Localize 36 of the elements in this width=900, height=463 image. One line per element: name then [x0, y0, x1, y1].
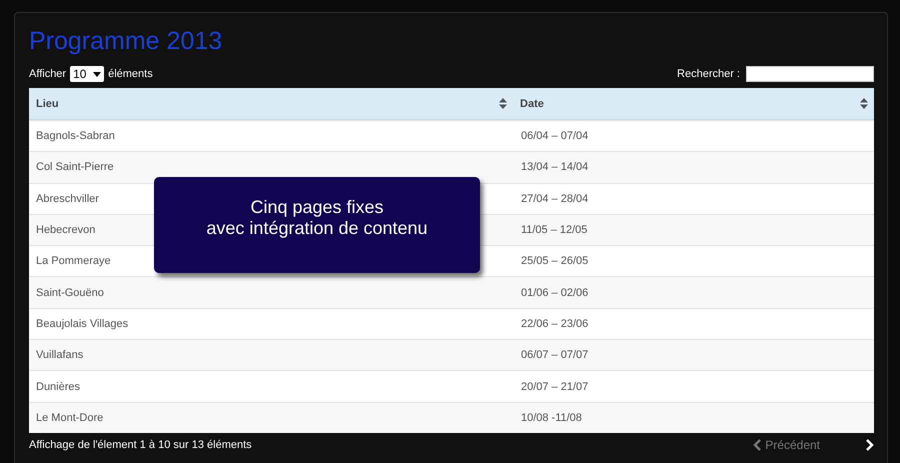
- show-label: Afficher: [29, 68, 66, 80]
- column-header[interactable]: Lieu: [29, 88, 514, 119]
- sort-icon: [499, 98, 508, 109]
- table-cell: 01/06 – 02/06: [520, 286, 588, 299]
- items-label: éléments: [108, 68, 153, 80]
- table-cell: 25/05 – 26/05: [520, 255, 588, 268]
- table-cell: 06/07 – 07/07: [520, 349, 588, 362]
- table-cell: Saint-Gouëno: [36, 286, 104, 299]
- table-cell: Abreschviller: [36, 192, 99, 205]
- table-cell: Dunières: [36, 380, 80, 393]
- table-cell: Le Mont-Dore: [36, 412, 104, 424]
- table-cell: 11/05 – 12/05: [520, 224, 588, 236]
- table-cell: Hebecrevon: [36, 224, 96, 236]
- callout-text: avec intégration de contenu: [206, 218, 428, 239]
- table-cell: 06/04 – 07/04: [520, 130, 588, 142]
- table-info: Affichage de l'élement 1 à 10 sur 13 éléments: [29, 438, 252, 451]
- page-size-select[interactable]: 10: [70, 66, 104, 82]
- next-icon[interactable]: [866, 438, 874, 451]
- search-field[interactable]: [746, 66, 874, 82]
- table-cell: La Pommeraye: [36, 255, 111, 268]
- table-cell: 27/04 – 28/04: [520, 192, 588, 205]
- table-cell: 22/06 – 23/06: [520, 318, 588, 330]
- table-cell: 13/04 – 14/04: [520, 161, 588, 174]
- table-cell: Bagnols-Sabran: [36, 130, 115, 142]
- sort-icon: [860, 98, 868, 109]
- page-title: Programme 2013: [29, 26, 224, 57]
- table-cell: Col Saint-Pierre: [36, 161, 114, 174]
- table-cell: Vuillafans: [36, 349, 84, 362]
- callout-text: Cinq pages fixes: [250, 197, 384, 218]
- chevron-left-icon: [753, 438, 762, 451]
- table-cell: 10/08 -11/08: [520, 412, 582, 424]
- search-label: Rechercher :: [677, 68, 740, 80]
- table-cell: Beaujolais Villages: [36, 318, 128, 330]
- table-cell: 20/07 – 21/07: [520, 380, 588, 393]
- caret-icon: [93, 72, 102, 76]
- column-header[interactable]: Date: [513, 88, 874, 119]
